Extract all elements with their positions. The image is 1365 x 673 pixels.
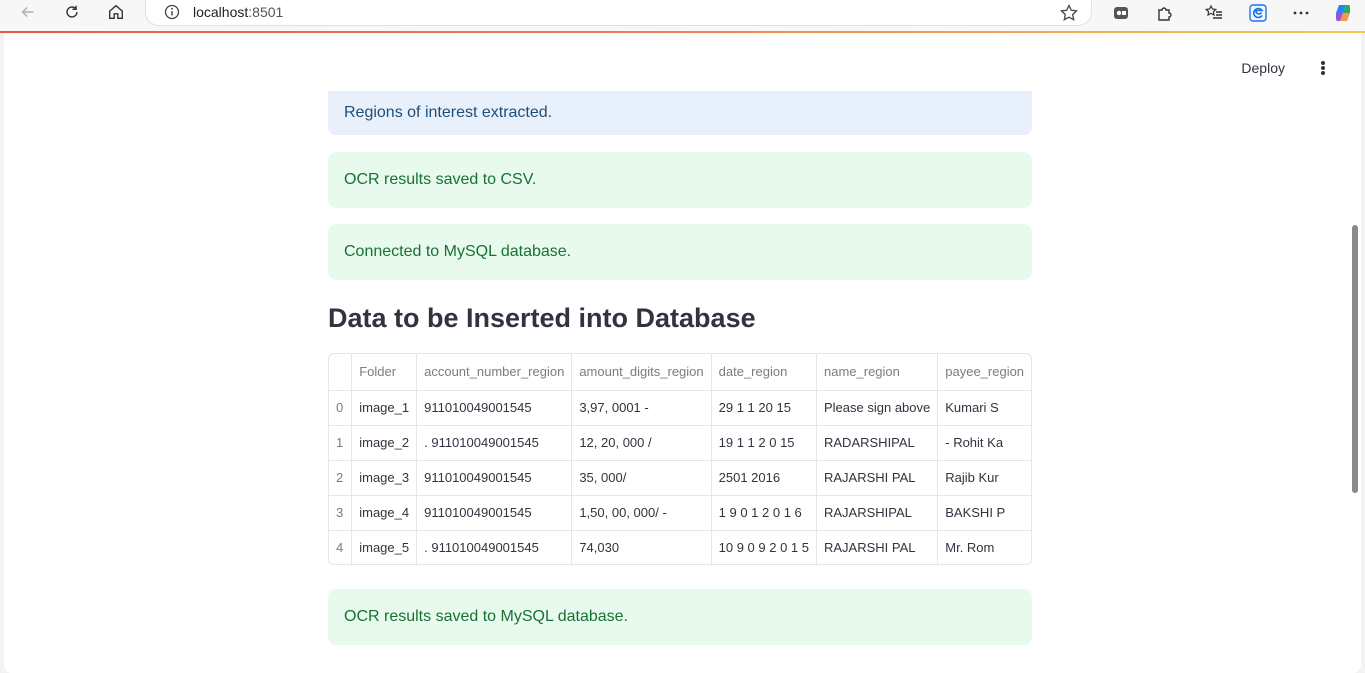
edge-icon <box>1249 4 1267 22</box>
url-text: localhost:8501 <box>193 4 283 20</box>
success-alert-csv: OCR results saved to CSV. <box>328 152 1032 208</box>
extensions-button[interactable] <box>1154 2 1176 24</box>
table-cell[interactable]: Please sign above <box>816 390 939 426</box>
alert-text: OCR results saved to CSV. <box>344 171 537 188</box>
reload-button[interactable] <box>57 0 87 24</box>
reload-icon <box>66 5 78 18</box>
table-row: 1 image_2 . 911010049001545 12, 20, 000 … <box>329 425 1031 461</box>
back-button[interactable] <box>13 0 43 24</box>
row-index: 1 <box>329 425 353 461</box>
table-row: 0 image_1 911010049001545 3,97, 0001 - 2… <box>329 390 1031 426</box>
home-icon <box>109 4 123 19</box>
table-cell[interactable]: RAJARSHI PAL <box>816 530 939 564</box>
extension-icon-button[interactable] <box>1110 2 1132 24</box>
arrow-left-icon <box>21 6 34 18</box>
table-cell[interactable]: 19 1 1 2 0 15 <box>711 425 818 461</box>
info-alert-roi: Regions of interest extracted. <box>328 91 1032 135</box>
table-cell[interactable]: RAJARSHI PAL <box>816 460 939 496</box>
page-heading: Data to be Inserted into Database <box>328 303 756 333</box>
url-port: :8501 <box>248 4 284 20</box>
main-menu-button[interactable] <box>1315 59 1331 77</box>
table-cell[interactable]: 911010049001545 <box>416 495 573 531</box>
table-row: 3 image_4 911010049001545 1,50, 00, 000/… <box>329 495 1031 531</box>
column-header-name[interactable]: name_region <box>816 354 939 391</box>
table-cell[interactable]: 35, 000/ <box>571 460 712 496</box>
address-bar[interactable]: localhost:8501 <box>145 0 1092 26</box>
alert-text: Connected to MySQL database. <box>344 243 572 260</box>
column-header-folder[interactable]: Folder <box>351 354 418 391</box>
page-viewport: Deploy Regions of interest extracted. OC… <box>4 33 1361 673</box>
table-cell[interactable]: 1 9 0 1 2 0 1 6 <box>711 495 818 531</box>
row-index: 3 <box>329 495 353 531</box>
table-cell[interactable]: image_1 <box>351 390 418 426</box>
table-cell[interactable]: image_3 <box>351 460 418 496</box>
column-header-date[interactable]: date_region <box>711 354 818 391</box>
ellipsis-icon <box>1293 11 1309 15</box>
table-cell[interactable]: image_4 <box>351 495 418 531</box>
table-cell[interactable]: 911010049001545 <box>416 460 573 496</box>
alert-text: Regions of interest extracted. <box>344 104 553 121</box>
table-cell[interactable]: Rajib Kur <box>937 460 1031 496</box>
table-cell[interactable]: 74,030 <box>571 530 712 564</box>
table-cell[interactable]: 911010049001545 <box>416 390 573 426</box>
row-index: 0 <box>329 390 353 426</box>
browser-toolbar: localhost:8501 <box>0 0 1365 31</box>
column-header-account-number[interactable]: account_number_region <box>416 354 573 391</box>
row-index: 2 <box>329 460 353 496</box>
extension-app-icon <box>1114 7 1128 19</box>
home-button[interactable] <box>101 0 131 24</box>
favorite-star-icon[interactable] <box>1059 3 1079 23</box>
menu-dot <box>1321 66 1325 70</box>
table-cell[interactable]: Kumari S <box>937 390 1031 426</box>
favorites-button[interactable] <box>1203 2 1225 24</box>
table-cell[interactable]: 10 9 0 9 2 0 1 5 <box>711 530 818 564</box>
table-cell[interactable]: Mr. Rom <box>937 530 1031 564</box>
table-cell[interactable]: 29 1 1 20 15 <box>711 390 818 426</box>
column-header-index[interactable] <box>329 354 353 391</box>
table-header-row: Folder account_number_region amount_digi… <box>329 354 1031 391</box>
column-header-amount-digits[interactable]: amount_digits_region <box>571 354 712 391</box>
copilot-icon <box>1335 5 1351 21</box>
alert-text: OCR results saved to MySQL database. <box>344 608 628 625</box>
row-index: 4 <box>329 530 353 564</box>
edge-collections-button[interactable] <box>1247 2 1269 24</box>
table-cell[interactable]: RAJARSHIPAL <box>816 495 939 531</box>
table-cell[interactable]: image_5 <box>351 530 418 564</box>
table-cell[interactable]: - Rohit Ka <box>937 425 1031 461</box>
menu-dot <box>1321 61 1325 65</box>
table-row: 2 image_3 911010049001545 35, 000/ 2501 … <box>329 460 1031 496</box>
success-alert-mysql-connected: Connected to MySQL database. <box>328 224 1032 280</box>
more-options-button[interactable] <box>1290 2 1312 24</box>
table-row: 4 image_5 . 911010049001545 74,030 10 9 … <box>329 530 1031 564</box>
puzzle-icon <box>1158 7 1172 21</box>
table-cell[interactable]: . 911010049001545 <box>416 530 573 564</box>
deploy-button[interactable]: Deploy <box>1241 60 1285 76</box>
favorites-list-icon <box>1204 4 1222 19</box>
info-icon[interactable] <box>164 4 180 20</box>
table-cell[interactable]: . 911010049001545 <box>416 425 573 461</box>
data-table[interactable]: Folder account_number_region amount_digi… <box>328 353 1032 565</box>
table-cell[interactable]: 12, 20, 000 / <box>571 425 712 461</box>
table-cell[interactable]: 1,50, 00, 000/ - <box>571 495 712 531</box>
success-alert-mysql-saved: OCR results saved to MySQL database. <box>328 589 1032 645</box>
menu-dot <box>1321 71 1325 75</box>
url-host: localhost <box>193 4 249 20</box>
column-header-payee[interactable]: payee_region <box>937 354 1031 391</box>
copilot-button[interactable] <box>1332 2 1354 24</box>
table-cell[interactable]: BAKSHI P <box>937 495 1031 531</box>
table-cell[interactable]: image_2 <box>351 425 418 461</box>
table-cell[interactable]: 3,97, 0001 - <box>571 390 712 426</box>
table-cell[interactable]: RADARSHIPAL <box>816 425 939 461</box>
vertical-scrollbar[interactable] <box>1352 225 1358 493</box>
table-cell[interactable]: 2501 2016 <box>711 460 818 496</box>
